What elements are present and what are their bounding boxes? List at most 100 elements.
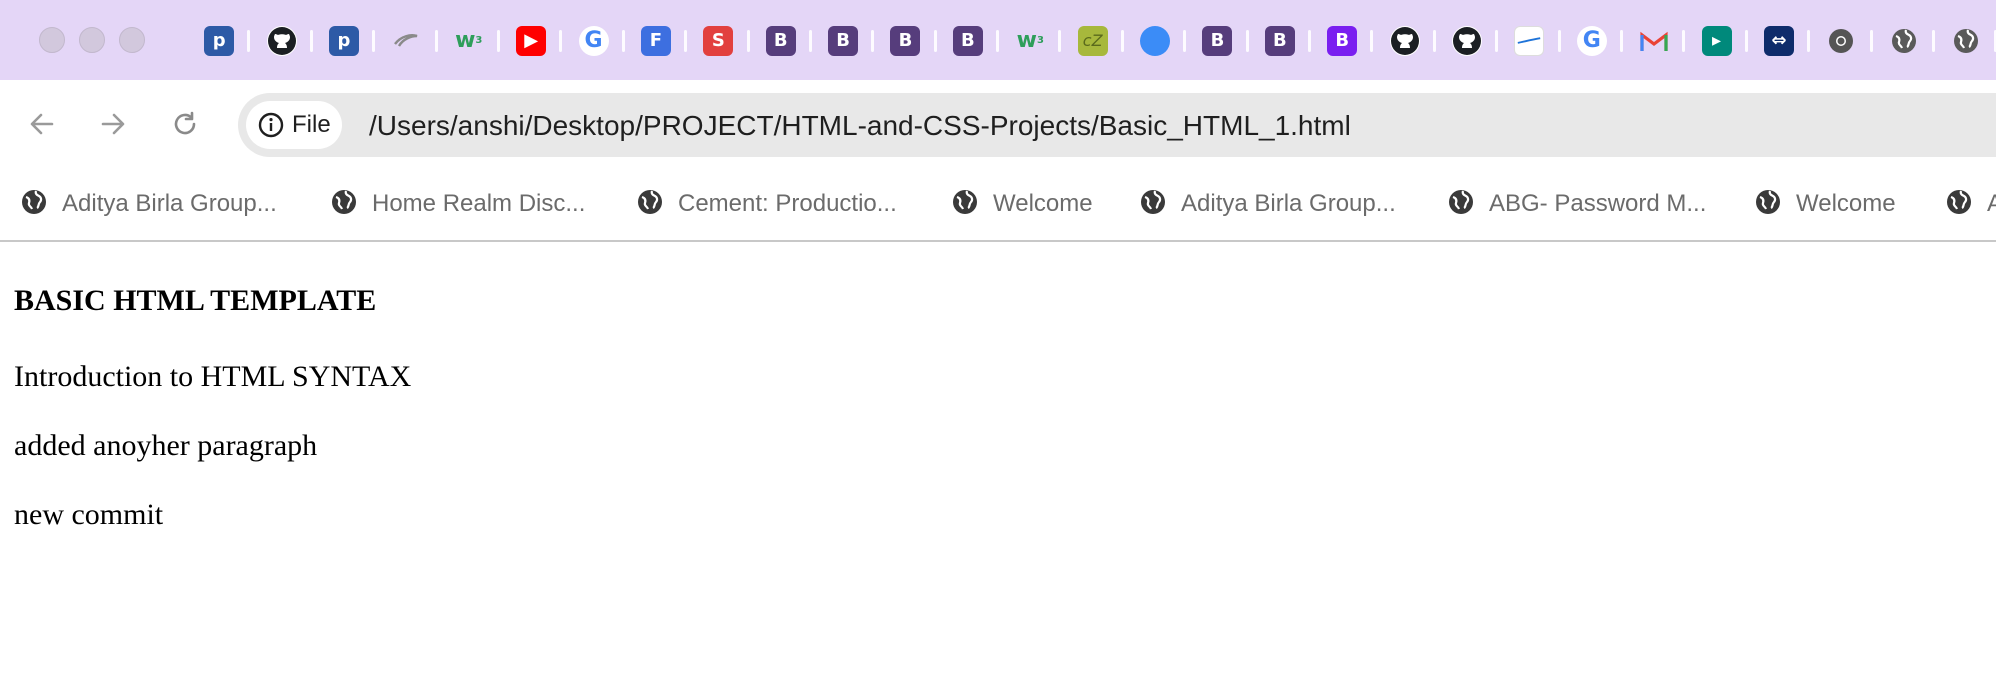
bookmark-label: Home Realm Disc... (372, 190, 586, 217)
bookmark-item[interactable]: Aditya Birla Group... (20, 186, 277, 222)
globe-icon (951, 188, 979, 221)
pinned-tab[interactable]: ▶ (500, 16, 563, 66)
address-bar[interactable]: File /Users/anshi/Desktop/PROJECT/HTML-a… (238, 93, 1996, 157)
close-window-button[interactable] (39, 27, 65, 53)
pinned-tab[interactable] (1623, 16, 1686, 66)
pinned-tab[interactable]: w3 (438, 16, 501, 66)
pinned-tab[interactable]: ▸ (1685, 16, 1749, 66)
google-icon: G (578, 26, 609, 56)
pinned-tab[interactable]: F (625, 16, 688, 66)
minimize-window-button[interactable] (79, 27, 105, 53)
bootstrap-icon: B (1327, 26, 1358, 56)
globe-icon (1754, 188, 1782, 221)
bootstrap-icon: B (828, 26, 859, 56)
bookmark-item[interactable]: Cement: Productio... (636, 186, 897, 222)
pinned-tab[interactable]: p (188, 16, 251, 66)
forward-arrow-icon (101, 113, 125, 135)
bookmark-item[interactable]: Welcome (1754, 186, 1896, 222)
pinned-tab[interactable] (1810, 16, 1873, 66)
bootstrap-icon: B (890, 26, 921, 56)
bootstrap-icon: B (765, 26, 796, 56)
bookmark-label: Cement: Productio... (678, 190, 897, 217)
pinned-tab[interactable]: B (812, 16, 875, 66)
back-button[interactable] (25, 107, 59, 141)
bookmark-label: A (1987, 190, 1996, 217)
maximize-window-button[interactable] (119, 27, 145, 53)
bookmark-item[interactable]: Home Realm Disc... (330, 186, 585, 222)
pcloudy-icon: p (204, 26, 235, 56)
globe-icon (1945, 188, 1973, 221)
google-icon: G (1576, 26, 1607, 56)
bookmark-label: Aditya Birla Group... (1181, 190, 1396, 217)
paragraph-2: added anoyher paragraph (14, 429, 318, 462)
paragraph-3: new commit (14, 498, 164, 531)
pinned-tab[interactable]: B (1311, 16, 1374, 66)
site-info-chip[interactable]: File (246, 101, 342, 149)
pinned-tab[interactable]: G (1561, 16, 1624, 66)
pinned-tab[interactable] (250, 16, 314, 66)
pinned-tab[interactable]: p (313, 16, 376, 66)
chrome-icon (1826, 26, 1856, 56)
bootstrap-icon: B (1264, 26, 1295, 56)
pinned-tab[interactable]: B (937, 16, 1000, 66)
pcloudy-icon: p (328, 26, 359, 56)
globe-icon (636, 188, 664, 221)
google-meet-icon: ▸ (1701, 26, 1732, 56)
gmail-icon (1639, 26, 1669, 56)
bookmark-item[interactable]: Welcome (951, 186, 1093, 222)
forward-button[interactable] (96, 107, 130, 141)
pinned-tab[interactable]: B (1249, 16, 1312, 66)
pinned-tab[interactable] (375, 16, 438, 66)
pinned-tab[interactable] (1436, 16, 1499, 66)
pinned-tab[interactable] (1935, 16, 1996, 66)
toolbar: File /Users/anshi/Desktop/PROJECT/HTML-a… (0, 80, 1996, 170)
w3schools-icon: w3 (455, 28, 483, 53)
cz-icon: cZ (1077, 26, 1108, 56)
site-chip-label: File (292, 111, 331, 138)
globe-icon (1889, 26, 1919, 56)
tab-strip: p p w 3 ▶ G F S B B B Bw 3 cZ B B B G ▸ ⇔ (0, 0, 1996, 80)
pinned-tab[interactable] (1124, 16, 1187, 66)
bookmarks-bar: Aditya Birla Group... Home Realm Disc... C… (0, 170, 1996, 242)
reload-icon (174, 111, 196, 135)
pinned-tab[interactable]: B (874, 16, 938, 66)
w3schools-icon: w3 (1016, 28, 1044, 53)
globe-icon (1951, 26, 1981, 56)
info-icon (258, 112, 284, 138)
feather-icon (391, 26, 421, 56)
back-arrow-icon (30, 113, 54, 135)
page-heading: BASIC HTML TEMPLATE (14, 284, 377, 317)
pinned-tab[interactable] (1498, 16, 1561, 66)
pinned-tab[interactable]: w3 (999, 16, 1062, 66)
blue-dot-icon (1140, 26, 1171, 56)
pinned-tab[interactable]: G (562, 16, 626, 66)
github-icon (266, 26, 297, 56)
paragraph-1: Introduction to HTML SYNTAX (14, 360, 412, 393)
github-icon (1389, 26, 1420, 56)
pinned-tab[interactable]: S (687, 16, 750, 66)
bootstrap-icon: B (1202, 26, 1233, 56)
bookmark-label: ABG- Password M... (1489, 190, 1707, 217)
bookmark-item[interactable]: Aditya Birla Group... (1139, 186, 1396, 222)
bookmark-label: Welcome (993, 190, 1093, 217)
globe-icon (20, 188, 48, 221)
pinned-tab[interactable]: ⇔ (1748, 16, 1811, 66)
reload-button[interactable] (168, 107, 202, 141)
globe-icon (1447, 188, 1475, 221)
pinned-tab[interactable] (1873, 16, 1936, 66)
teamviewer-icon: ⇔ (1763, 26, 1794, 56)
url-text[interactable]: /Users/anshi/Desktop/PROJECT/HTML-and-CS… (369, 110, 1351, 142)
pinned-tab[interactable]: B (1186, 16, 1250, 66)
pinned-tab[interactable]: cZ (1061, 16, 1125, 66)
scrum-icon: S (703, 26, 734, 56)
pinned-tabs: p p w 3 ▶ G F S B B B Bw 3 cZ B B B G ▸ ⇔ (188, 16, 1996, 66)
bookmark-item[interactable]: ABG- Password M... (1447, 186, 1706, 222)
pinned-tab[interactable]: B (750, 16, 813, 66)
bookmark-label: Welcome (1796, 190, 1896, 217)
globe-icon (330, 188, 358, 221)
forms-icon: F (640, 26, 671, 56)
bootstrap-icon: B (952, 26, 983, 56)
pinned-tab[interactable] (1373, 16, 1437, 66)
wave-icon (1514, 26, 1545, 56)
bookmark-item[interactable]: A (1945, 186, 1996, 222)
